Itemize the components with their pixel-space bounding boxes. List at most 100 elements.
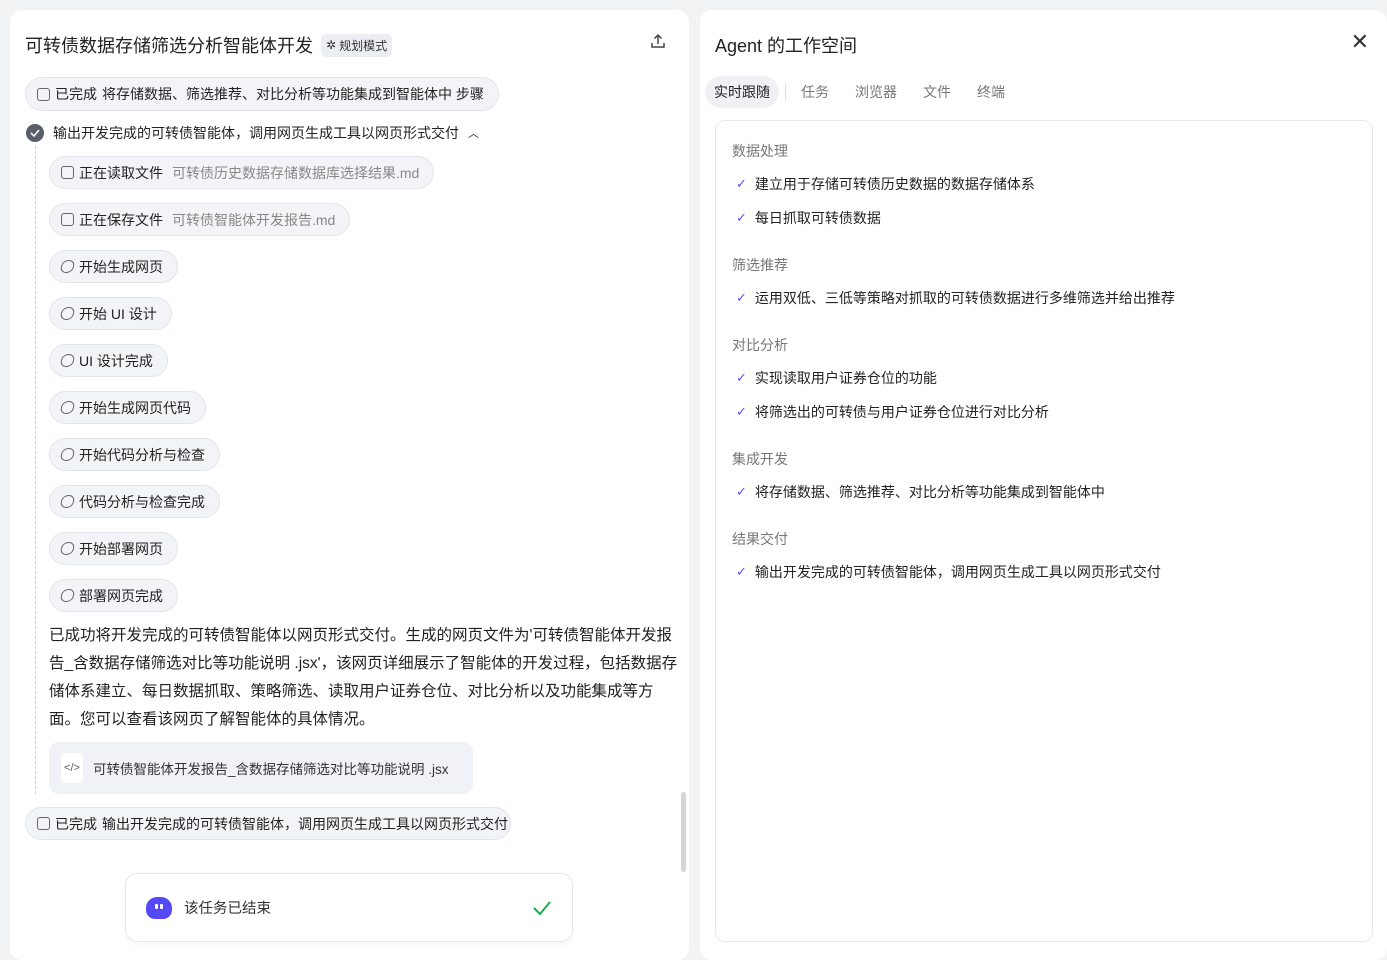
task-title: 可转债数据存储筛选分析智能体开发 ✲ 规划模式 — [25, 32, 393, 58]
check-icon: ✓ — [736, 176, 747, 191]
task-finished-text: 该任务已结束 — [184, 901, 271, 917]
plan-item-text: 每日抓取可转债数据 — [754, 210, 881, 226]
check-icon: ✓ — [736, 404, 747, 419]
action-pill[interactable]: 正在读取文件 可转债历史数据存储数据库选择结果.md — [49, 156, 435, 189]
current-step-header[interactable]: 输出开发完成的可转债智能体，调用网页生成工具以网页形式交付 ︿ — [26, 123, 479, 143]
plan-item-text: 输出开发完成的可转债智能体，调用网页生成工具以网页形式交付 — [754, 564, 1161, 580]
loading-icon — [59, 401, 76, 414]
plan-card: 数据处理 ✓ 建立用于存储可转债历史数据的数据存储体系 ✓ 每日抓取可转债数据筛选推荐 ✓… — [715, 120, 1373, 942]
summary-text: 已成功将开发完成的可转债智能体以网页形式交付。生成的网页文件为'可转债智能体开发… — [49, 627, 678, 728]
final-step-pill[interactable]: 已完成 输出开发完成的可转债智能体，调用网页生成工具以网页形式交付 — [25, 807, 511, 840]
action-pill[interactable]: 开始部署网页 — [49, 532, 178, 565]
section-heading: 筛选推荐 — [732, 257, 788, 273]
task-title-text: 可转债数据存储筛选分析智能体开发 — [25, 36, 313, 56]
section-heading: 结果交付 — [732, 531, 788, 547]
check-icon: ✓ — [736, 564, 747, 579]
code-file-icon: </> — [61, 753, 83, 783]
tab-3[interactable]: 文件 — [914, 76, 960, 108]
action-label: 正在读取文件 — [79, 164, 163, 181]
plan-item-text: 建立用于存储可转债历史数据的数据存储体系 — [754, 176, 1035, 192]
check-icon: ✓ — [736, 484, 747, 499]
tab-2[interactable]: 浏览器 — [846, 76, 906, 108]
workspace-tabs: 实时跟随 任务 浏览器 文件 终端 — [705, 76, 1022, 108]
plan-item: ✓ 实现读取用户证券仓位的功能 — [732, 361, 1372, 395]
tab-4[interactable]: 终端 — [968, 76, 1014, 108]
tab-0[interactable]: 实时跟随 — [705, 76, 779, 108]
action-label: 开始生成网页 — [79, 258, 163, 275]
brain-icon: ✲ — [326, 38, 337, 52]
section-heading: 对比分析 — [732, 337, 788, 353]
action-pill[interactable]: 正在保存文件 可转债智能体开发报告.md — [49, 203, 351, 236]
badge-label: 规划模式 — [339, 38, 388, 53]
checklist-icon — [37, 87, 50, 101]
loading-icon — [59, 542, 76, 555]
action-pill[interactable]: 开始生成网页 — [49, 250, 178, 283]
chat-panel: 可转债数据存储筛选分析智能体开发 ✲ 规划模式 已完成 将存储数据、筛选推荐、对比… — [10, 10, 689, 960]
step-status: 已完成 — [55, 815, 97, 832]
plan-item: ✓ 输出开发完成的可转债智能体，调用网页生成工具以网页形式交付 — [732, 555, 1372, 589]
current-step-text: 输出开发完成的可转债智能体，调用网页生成工具以网页形式交付 — [53, 125, 459, 141]
file-name: 可转债智能体开发报告_含数据存储筛选对比等功能说明 .jsx — [93, 762, 449, 777]
check-circle-icon — [26, 124, 44, 142]
action-file: 可转债智能体开发报告.md — [172, 211, 336, 228]
completed-step-pill[interactable]: 已完成 将存储数据、筛选推荐、对比分析等功能集成到智能体中 步骤 — [25, 77, 499, 111]
plan-item: ✓ 每日抓取可转债数据 — [732, 201, 1372, 235]
plan-item-text: 将筛选出的可转债与用户证券仓位进行对比分析 — [754, 404, 1049, 420]
action-pill[interactable]: 开始代码分析与检查 — [49, 438, 220, 471]
action-pill[interactable]: UI 设计完成 — [49, 344, 168, 377]
check-icon: ✓ — [736, 210, 747, 225]
plan-item-text: 运用双低、三低等策略对抓取的可转债数据进行多维筛选并给出推荐 — [754, 290, 1175, 306]
file-card[interactable]: </> 可转债智能体开发报告_含数据存储筛选对比等功能说明 .jsx — [49, 742, 473, 794]
step-text: 将存储数据、筛选推荐、对比分析等功能集成到智能体中 步骤 — [102, 86, 484, 102]
action-label: 部署网页完成 — [79, 587, 163, 604]
check-icon: ✓ — [736, 370, 747, 385]
timeline-line — [35, 146, 36, 794]
action-label: 开始部署网页 — [79, 540, 163, 557]
loading-icon — [59, 307, 76, 320]
plan-section: 筛选推荐 ✓ 运用双低、三低等策略对抓取的可转债数据进行多维筛选并给出推荐 — [732, 255, 1372, 315]
loading-icon — [59, 495, 76, 508]
check-icon: ✓ — [736, 290, 747, 305]
plan-item: ✓ 运用双低、三低等策略对抓取的可转债数据进行多维筛选并给出推荐 — [732, 281, 1372, 315]
action-label: 开始代码分析与检查 — [79, 446, 205, 463]
scrollbar[interactable] — [681, 792, 686, 872]
workspace-title: Agent 的工作空间 — [715, 36, 858, 56]
close-icon[interactable]: ✕ — [1351, 31, 1369, 53]
action-label: 开始生成网页代码 — [79, 399, 191, 416]
loading-icon — [59, 589, 76, 602]
plan-section: 数据处理 ✓ 建立用于存储可转债历史数据的数据存储体系 ✓ 每日抓取可转债数据 — [732, 141, 1372, 235]
plan-item-text: 将存储数据、筛选推荐、对比分析等功能集成到智能体中 — [754, 484, 1105, 500]
chevron-up-icon[interactable]: ︿ — [468, 125, 479, 141]
action-label: 代码分析与检查完成 — [79, 493, 205, 510]
action-label: 正在保存文件 — [79, 211, 163, 228]
folder-icon — [61, 166, 74, 179]
action-pill[interactable]: 开始 UI 设计 — [49, 297, 172, 330]
plan-section: 对比分析 ✓ 实现读取用户证券仓位的功能 ✓ 将筛选出的可转债与用户证券仓位进行对比分析 — [732, 335, 1372, 429]
check-icon — [533, 900, 551, 915]
planning-mode-badge: ✲ 规划模式 — [321, 33, 393, 57]
action-pill[interactable]: 部署网页完成 — [49, 579, 178, 612]
plan-item: ✓ 将筛选出的可转债与用户证券仓位进行对比分析 — [732, 395, 1372, 429]
action-pill[interactable]: 开始生成网页代码 — [49, 391, 206, 424]
loading-icon — [59, 260, 76, 273]
workspace-panel: Agent 的工作空间 ✕ 实时跟随 任务 浏览器 文件 终端 数据处理 ✓ 建立用于存储可… — [700, 10, 1387, 960]
action-pill[interactable]: 代码分析与检查完成 — [49, 485, 220, 518]
plan-section: 结果交付 ✓ 输出开发完成的可转债智能体，调用网页生成工具以网页形式交付 — [732, 529, 1372, 589]
agent-avatar-icon — [146, 896, 172, 919]
action-file: 可转债历史数据存储数据库选择结果.md — [172, 164, 420, 181]
task-finished-card: 该任务已结束 — [125, 873, 573, 942]
tab-1[interactable]: 任务 — [792, 76, 838, 108]
folder-icon — [61, 213, 74, 226]
plan-section: 集成开发 ✓ 将存储数据、筛选推荐、对比分析等功能集成到智能体中 — [732, 449, 1372, 509]
loading-icon — [59, 448, 76, 461]
loading-icon — [59, 354, 76, 367]
section-heading: 数据处理 — [732, 143, 788, 159]
step-text: 输出开发完成的可转债智能体，调用网页生成工具以网页形式交付 — [102, 815, 508, 832]
plan-item-text: 实现读取用户证券仓位的功能 — [754, 370, 937, 386]
checklist-icon — [37, 817, 50, 830]
section-heading: 集成开发 — [732, 451, 788, 467]
action-label: 开始 UI 设计 — [79, 305, 157, 322]
step-status: 已完成 — [55, 86, 97, 102]
share-icon[interactable] — [649, 32, 667, 50]
plan-item: ✓ 将存储数据、筛选推荐、对比分析等功能集成到智能体中 — [732, 475, 1372, 509]
